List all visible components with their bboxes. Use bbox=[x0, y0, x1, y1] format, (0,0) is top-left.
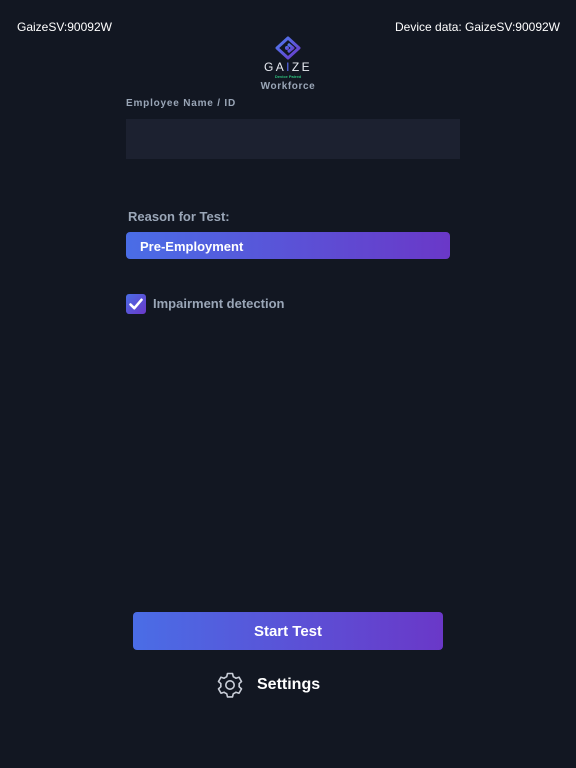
employee-name-input[interactable] bbox=[126, 119, 460, 159]
impairment-checkbox[interactable] bbox=[126, 293, 146, 314]
gaize-eye-logo-icon bbox=[275, 36, 301, 60]
device-id-label: GaizeSV:90092W bbox=[17, 20, 112, 34]
reason-label: Reason for Test: bbox=[128, 209, 230, 224]
gear-icon bbox=[217, 672, 243, 698]
settings-label: Settings bbox=[257, 676, 321, 693]
logo-subtitle: Workforce bbox=[260, 81, 316, 92]
settings-button[interactable]: Settings bbox=[216, 671, 320, 699]
impairment-detection-toggle[interactable]: Impairment detection bbox=[126, 293, 284, 314]
start-test-button[interactable]: Start Test bbox=[133, 612, 443, 650]
logo-wordmark: GAIZE bbox=[263, 60, 312, 74]
app-logo: GAIZE Device Paired Workforce bbox=[238, 36, 338, 96]
reason-select[interactable]: Pre-Employment bbox=[126, 232, 450, 259]
device-data-label: Device data: GaizeSV:90092W bbox=[395, 20, 560, 34]
employee-field-label: Employee Name / ID bbox=[126, 98, 236, 109]
logo-tagline: Device Paired bbox=[274, 74, 302, 79]
checkmark-icon bbox=[129, 298, 143, 309]
app-screen: GaizeSV:90092W Device data: GaizeSV:9009… bbox=[0, 0, 576, 768]
impairment-label: Impairment detection bbox=[153, 296, 285, 311]
